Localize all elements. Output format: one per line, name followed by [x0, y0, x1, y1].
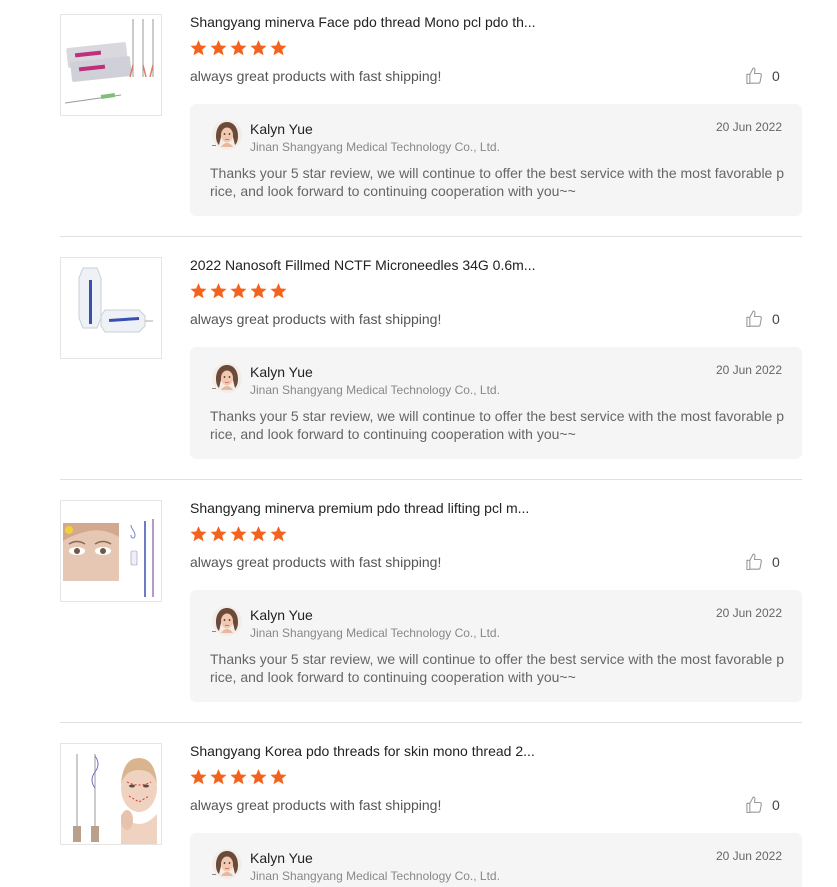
divider: [60, 236, 802, 237]
seller-reply: Kalyn Yue Jinan Shangyang Medical Techno…: [190, 833, 802, 887]
divider: [60, 722, 802, 723]
star-icon: [209, 525, 228, 543]
star-icon: [269, 282, 288, 300]
thumbs-up-icon: [744, 309, 764, 329]
seller-reply: Kalyn Yue Jinan Shangyang Medical Techno…: [190, 590, 802, 702]
thumbs-up-icon: [744, 66, 764, 86]
avatar: [210, 118, 242, 152]
like-count: 0: [772, 68, 780, 84]
product-title[interactable]: Shangyang minerva Face pdo thread Mono p…: [190, 14, 536, 30]
star-icon: [269, 525, 288, 543]
seller-reply: Kalyn Yue Jinan Shangyang Medical Techno…: [190, 347, 802, 459]
like-button[interactable]: 0: [744, 552, 780, 572]
product-title[interactable]: Shangyang Korea pdo threads for skin mon…: [190, 743, 535, 759]
reply-author-name: Kalyn Yue: [250, 121, 313, 137]
divider: [60, 479, 802, 480]
star-icon: [189, 282, 208, 300]
star-rating: [189, 525, 288, 543]
reply-date: 20 Jun 2022: [715, 120, 782, 134]
product-title[interactable]: 2022 Nanosoft Fillmed NCTF Microneedles …: [190, 257, 535, 273]
star-icon: [269, 768, 288, 786]
reply-author-name: Kalyn Yue: [250, 850, 313, 866]
star-icon: [249, 282, 268, 300]
star-icon: [249, 525, 268, 543]
microneedle-image: [61, 258, 161, 358]
star-rating: [189, 768, 288, 786]
seller-reply: Kalyn Yue Jinan Shangyang Medical Techno…: [190, 104, 802, 216]
face-mapping-image: [61, 744, 161, 844]
like-button[interactable]: 0: [744, 795, 780, 815]
star-icon: [229, 768, 248, 786]
face-thread-image: [61, 501, 161, 601]
star-icon: [209, 282, 228, 300]
like-count: 0: [772, 554, 780, 570]
reply-company: Jinan Shangyang Medical Technology Co., …: [250, 140, 500, 154]
star-icon: [209, 39, 228, 57]
product-thumbnail[interactable]: [60, 14, 162, 116]
avatar: [210, 604, 242, 638]
star-icon: [189, 525, 208, 543]
product-thumbnail[interactable]: [60, 257, 162, 359]
star-icon: [189, 39, 208, 57]
reply-date: 20 Jun 2022: [715, 363, 782, 377]
reply-company: Jinan Shangyang Medical Technology Co., …: [250, 626, 500, 640]
review-comment: always great products with fast shipping…: [190, 68, 442, 84]
reply-text: Thanks your 5 star review, we will conti…: [210, 165, 785, 199]
like-button[interactable]: 0: [744, 309, 780, 329]
star-icon: [269, 39, 288, 57]
thumbs-up-icon: [744, 795, 764, 815]
thumbs-up-icon: [744, 552, 764, 572]
reply-date: 20 Jun 2022: [715, 849, 782, 863]
avatar: [210, 361, 242, 395]
star-icon: [229, 39, 248, 57]
reply-date: 20 Jun 2022: [715, 606, 782, 620]
star-icon: [209, 768, 228, 786]
star-icon: [249, 768, 268, 786]
like-count: 0: [772, 311, 780, 327]
like-button[interactable]: 0: [744, 66, 780, 86]
reply-company: Jinan Shangyang Medical Technology Co., …: [250, 869, 500, 883]
review-comment: always great products with fast shipping…: [190, 311, 442, 327]
review-comment: always great products with fast shipping…: [190, 554, 442, 570]
star-icon: [189, 768, 208, 786]
product-thumbnail[interactable]: [60, 500, 162, 602]
thread-package-image: [61, 15, 161, 115]
reply-company: Jinan Shangyang Medical Technology Co., …: [250, 383, 500, 397]
star-icon: [229, 525, 248, 543]
like-count: 0: [772, 797, 780, 813]
star-rating: [189, 282, 288, 300]
star-icon: [229, 282, 248, 300]
reply-author-name: Kalyn Yue: [250, 364, 313, 380]
star-rating: [189, 39, 288, 57]
product-title[interactable]: Shangyang minerva premium pdo thread lif…: [190, 500, 529, 516]
product-thumbnail[interactable]: [60, 743, 162, 845]
reply-author-name: Kalyn Yue: [250, 607, 313, 623]
star-icon: [249, 39, 268, 57]
reply-text: Thanks your 5 star review, we will conti…: [210, 651, 785, 685]
review-comment: always great products with fast shipping…: [190, 797, 442, 813]
reply-text: Thanks your 5 star review, we will conti…: [210, 408, 785, 442]
avatar: [210, 847, 242, 881]
